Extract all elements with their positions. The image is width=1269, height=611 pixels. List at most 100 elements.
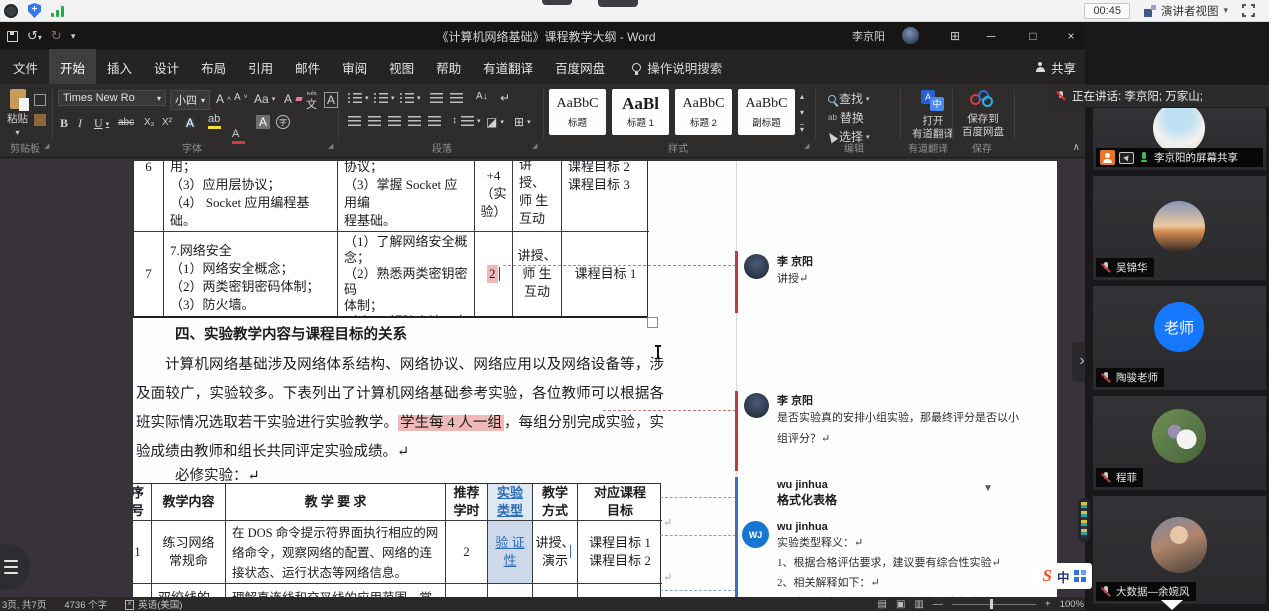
dialog-launcher-icon[interactable]: ◢ xyxy=(44,142,49,150)
youdao-translate-button[interactable]: A中 打开有道翻译 xyxy=(912,90,954,141)
replace-button[interactable]: ab替换 xyxy=(828,109,864,126)
bullets-icon[interactable]: ▾ xyxy=(348,93,369,103)
sogou-logo[interactable]: S xyxy=(1043,566,1052,586)
find-button[interactable]: 查找▾ xyxy=(828,90,870,107)
save-icon[interactable] xyxy=(7,31,18,42)
borders-icon[interactable]: ⊞▾ xyxy=(514,115,531,129)
styles-scroll-up[interactable]: ▴ xyxy=(800,92,804,101)
tab-file[interactable]: 文件 xyxy=(2,49,49,86)
change-case-icon[interactable]: Aa▾ xyxy=(254,92,275,106)
participant-tile-chengfei[interactable]: 程菲 xyxy=(1093,396,1266,490)
tell-me-search[interactable]: 操作说明搜索 xyxy=(632,58,722,77)
meeting-app-icon[interactable] xyxy=(4,4,18,18)
font-name-select[interactable]: Times New Ro▾ xyxy=(58,90,166,106)
show-marks-icon[interactable]: ↵ xyxy=(500,91,510,105)
tab-insert[interactable]: 插入 xyxy=(96,49,143,86)
tab-view[interactable]: 视图 xyxy=(378,49,425,86)
participant-tile-lijingyang[interactable]: 李京阳的屏幕共享 xyxy=(1093,108,1266,170)
styles-scroll-down[interactable]: ▾ xyxy=(800,108,804,117)
font-size-select[interactable]: 小四▾ xyxy=(170,90,210,110)
multilevel-list-icon[interactable]: ▾ xyxy=(400,93,421,103)
fullscreen-icon[interactable] xyxy=(1242,4,1255,17)
collapse-ribbon-icon[interactable]: ∧ xyxy=(1073,142,1080,153)
increase-indent-icon[interactable] xyxy=(450,93,463,103)
numbering-icon[interactable]: ▾ xyxy=(374,93,395,103)
zoom-slider-handle[interactable] xyxy=(990,599,993,609)
shrink-font-icon[interactable]: A˅ xyxy=(234,92,248,103)
participant-tile-yuwanfeng[interactable]: 大数据—余婉风 xyxy=(1093,496,1266,604)
text-effects-icon[interactable]: A xyxy=(186,116,194,130)
account-avatar[interactable] xyxy=(902,27,919,44)
restore-button[interactable]: □ xyxy=(1020,22,1046,50)
shading-icon[interactable]: ◪▾ xyxy=(486,115,504,129)
tab-layout[interactable]: 布局 xyxy=(190,49,237,86)
table-resize-handle[interactable] xyxy=(647,317,658,328)
enclose-characters-icon[interactable]: 字 xyxy=(276,115,290,129)
meeting-toolbar-notch[interactable] xyxy=(542,0,572,5)
italic-icon[interactable]: I xyxy=(78,116,82,131)
minimize-button[interactable]: ─ xyxy=(978,22,1004,50)
strikethrough-icon[interactable]: abc xyxy=(118,117,134,128)
input-method-bar[interactable]: S 中 xyxy=(1037,563,1092,589)
document-page[interactable]: 6 用； （3）应用层协议； （4） Socket 应用编程基础。 协议； （3… xyxy=(133,161,1057,605)
zoom-slider[interactable] xyxy=(952,604,1036,605)
justify-icon[interactable] xyxy=(408,116,421,126)
zoom-out-icon[interactable]: — xyxy=(933,599,943,610)
styles-gallery-expand[interactable]: ▾ xyxy=(800,124,804,134)
proofing-status[interactable]: 英语(美国) xyxy=(125,597,182,611)
zoom-in-icon[interactable]: + xyxy=(1045,599,1051,610)
phonetic-guide-icon[interactable]: wén文 xyxy=(306,90,317,109)
style-card-heading1[interactable]: AaBl 标题 1 xyxy=(612,89,669,135)
meeting-toolbar-notch[interactable] xyxy=(598,0,638,7)
style-card-subtitle[interactable]: AaBbC 副标题 xyxy=(738,89,795,135)
tab-baidupan[interactable]: 百度网盘 xyxy=(544,49,616,86)
format-painter-icon[interactable] xyxy=(34,114,46,126)
web-layout-icon[interactable]: ▥ xyxy=(914,599,923,610)
input-language-toggle[interactable]: 中 xyxy=(1057,567,1070,586)
baidu-pan-save-button[interactable]: 保存到百度网盘 xyxy=(962,90,1004,139)
account-name[interactable]: 李京阳 xyxy=(852,28,885,44)
copy-icon[interactable] xyxy=(34,94,46,106)
ribbon-display-icon[interactable]: ⊞ xyxy=(942,22,968,50)
align-center-icon[interactable] xyxy=(368,116,381,126)
paste-button[interactable]: 粘贴 ▾ xyxy=(7,89,28,137)
print-layout-icon[interactable]: ▣ xyxy=(896,599,905,610)
character-shading-icon[interactable]: A xyxy=(256,115,270,129)
word-count[interactable]: 4736 个字 xyxy=(64,597,107,611)
security-shield-icon[interactable] xyxy=(28,3,41,18)
align-right-icon[interactable] xyxy=(388,116,401,126)
read-mode-icon[interactable]: ▤ xyxy=(877,599,886,610)
undo-button[interactable]: ↺▾ xyxy=(27,28,42,44)
participant-tile-taojun[interactable]: 老师 陶骏老师 xyxy=(1093,286,1266,390)
line-spacing-icon[interactable]: ↕▾ xyxy=(452,115,481,126)
dialog-launcher-icon[interactable]: ◢ xyxy=(532,142,537,150)
tab-home[interactable]: 开始 xyxy=(49,49,96,86)
clear-formatting-icon[interactable]: A xyxy=(284,92,302,106)
redo-button[interactable]: ↻ xyxy=(51,28,62,44)
qat-customize-button[interactable]: ▾ xyxy=(71,31,76,42)
align-left-icon[interactable] xyxy=(348,116,361,126)
close-button[interactable]: × xyxy=(1058,22,1084,50)
dialog-launcher-icon[interactable]: ◢ xyxy=(328,142,333,150)
tab-references[interactable]: 引用 xyxy=(237,49,284,86)
style-card-title[interactable]: AaBbC 标题 xyxy=(549,89,606,135)
zoom-level[interactable]: 100% xyxy=(1060,599,1084,610)
grow-font-icon[interactable]: A˄ xyxy=(216,92,231,106)
bold-icon[interactable]: B xyxy=(60,116,68,131)
tab-mailings[interactable]: 邮件 xyxy=(284,49,331,86)
presenter-view-button[interactable]: 演讲者视图 ▾ xyxy=(1144,3,1228,19)
dialog-launcher-icon[interactable]: ◢ xyxy=(804,142,809,150)
input-method-menu-icon[interactable] xyxy=(1074,570,1086,582)
character-border-icon[interactable]: A xyxy=(324,92,338,108)
tab-design[interactable]: 设计 xyxy=(143,49,190,86)
toolbar-pill[interactable] xyxy=(1078,498,1090,542)
tab-youdao[interactable]: 有道翻译 xyxy=(472,49,544,86)
share-button[interactable]: 共享 xyxy=(1035,58,1076,77)
scroll-down-arrow[interactable] xyxy=(1161,600,1183,610)
underline-icon[interactable]: U▾ xyxy=(94,116,109,131)
tab-review[interactable]: 审阅 xyxy=(331,49,378,86)
network-signal-icon[interactable] xyxy=(51,5,64,17)
subscript-icon[interactable]: X₂ xyxy=(144,117,155,128)
superscript-icon[interactable]: X² xyxy=(162,117,172,128)
page-indicator[interactable]: 3页, 共7页 xyxy=(2,597,46,611)
